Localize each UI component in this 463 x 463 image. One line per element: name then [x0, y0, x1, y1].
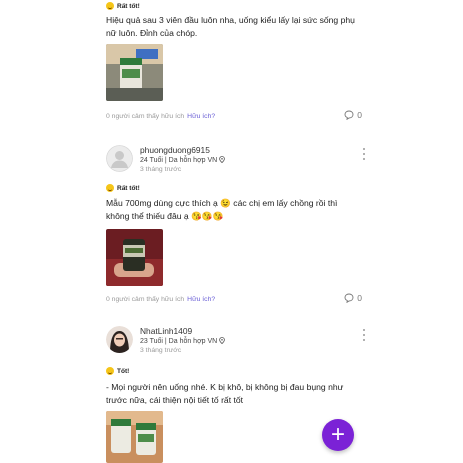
rating-emoji-icon	[106, 367, 114, 375]
comment-icon	[344, 293, 354, 303]
helpful-count: 0 người cảm thấy hữu ích	[106, 112, 185, 120]
comment-count: 0	[357, 293, 362, 303]
review-text: Mẫu 700mg dùng cực thích ạ 😉 các chị em …	[106, 198, 338, 221]
rating-emoji-icon	[106, 184, 114, 192]
avatar[interactable]	[106, 145, 133, 172]
review-2-user: phuongduong6915 24 Tuổi | Da hỗn hợp VN …	[106, 145, 366, 181]
plus-icon: +	[330, 421, 345, 448]
product-photo-image	[106, 411, 163, 463]
review-1-helpful: 0 người cảm thấy hữu ích Hữu ích? 0	[106, 110, 362, 122]
default-avatar-icon	[106, 145, 133, 172]
review-1-photo[interactable]	[106, 44, 163, 101]
review-3-body: - Mọi người nên uống nhé. K bị khô, bị k…	[106, 381, 362, 406]
avatar[interactable]	[106, 326, 133, 353]
rating-emoji-icon	[106, 2, 114, 10]
location-pin-icon	[219, 156, 225, 164]
add-review-button[interactable]: +	[322, 419, 354, 451]
product-photo-image	[106, 229, 163, 286]
review-3-user: NhatLinh1409 23 Tuổi | Da hỗn hợp VN 3 t…	[106, 326, 366, 362]
review-2-rating: Rất tốt!	[106, 184, 362, 192]
review-2-body: Mẫu 700mg dùng cực thích ạ 😉 các chị em …	[106, 197, 362, 222]
user-meta: 23 Tuổi | Da hỗn hợp VN	[140, 337, 225, 345]
comment-button[interactable]: 0	[344, 293, 362, 303]
rating-label: Tốt!	[117, 367, 130, 375]
user-meta: 24 Tuổi | Da hỗn hợp VN	[140, 156, 225, 164]
review-3-rating: Tốt!	[106, 367, 362, 375]
rating-label: Rất tốt!	[117, 184, 140, 192]
review-2-photo[interactable]	[106, 229, 163, 286]
user-meta-text: 23 Tuổi | Da hỗn hợp VN	[140, 338, 218, 345]
user-meta-text: 24 Tuổi | Da hỗn hợp VN	[140, 157, 218, 164]
more-options-icon[interactable]	[362, 329, 366, 341]
review-2-helpful: 0 người cảm thấy hữu ích Hữu ích? 0	[106, 293, 362, 305]
review-1-body: Hiệu quả sau 3 viên đầu luôn nha, uống k…	[106, 14, 362, 39]
user-photo-avatar	[106, 326, 133, 353]
rating-label: Rất tốt!	[117, 2, 140, 10]
helpful-button[interactable]: Hữu ích?	[187, 113, 215, 120]
review-1-rating: Rất tốt!	[106, 2, 362, 10]
review-text: Hiệu quả sau 3 viên đầu luôn nha, uống k…	[106, 15, 355, 38]
user-name[interactable]: NhatLinh1409	[140, 326, 192, 336]
review-text: - Mọi người nên uống nhé. K bị khô, bị k…	[106, 382, 344, 405]
more-options-icon[interactable]	[362, 148, 366, 160]
review-time: 3 tháng trước	[140, 347, 182, 354]
comment-button[interactable]: 0	[344, 110, 362, 120]
helpful-button[interactable]: Hữu ích?	[187, 296, 215, 303]
helpful-count: 0 người cảm thấy hữu ích	[106, 295, 185, 303]
review-3-photo[interactable]	[106, 411, 163, 463]
comment-count: 0	[357, 110, 362, 120]
review-time: 3 tháng trước	[140, 166, 182, 173]
product-photo-image	[106, 44, 163, 101]
user-name[interactable]: phuongduong6915	[140, 145, 210, 155]
comment-icon	[344, 110, 354, 120]
location-pin-icon	[219, 337, 225, 345]
